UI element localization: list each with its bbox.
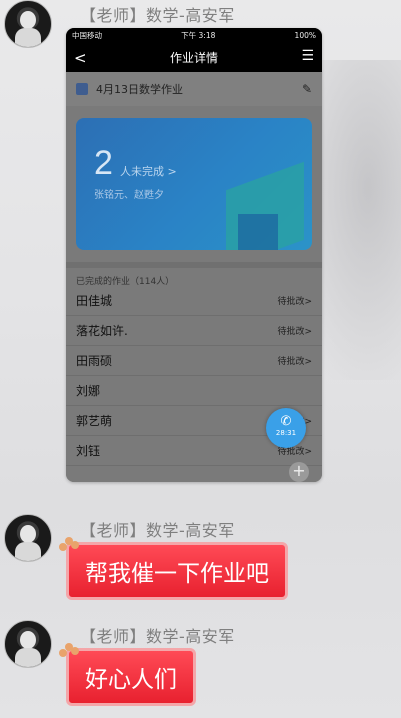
message-text: 好心人们 [85, 667, 177, 693]
sender-name: 【老师】数学-高安军 [80, 627, 235, 646]
menu-icon: ☰ [301, 48, 314, 64]
phone-icon: ✆ [280, 414, 292, 429]
nav-title: 作业详情 [169, 50, 218, 65]
decoration-icon [59, 643, 81, 661]
call-timer: 28:31 [275, 429, 297, 437]
edit-icon: ✎ [301, 82, 312, 96]
sender-name: 【老师】数学-高安军 [80, 521, 235, 540]
student-name: 刘钰 [76, 444, 101, 458]
not-done-label: 人未完成 > [120, 165, 177, 178]
status-label: 待批改> [277, 297, 312, 307]
status-time: 下午 3:18 [181, 30, 216, 40]
homework-title: 4月13日数学作业 [96, 83, 183, 96]
homework-header: 4月13日数学作业 ✎ [66, 72, 322, 106]
not-done-names: 张铭元、赵甦夕 [94, 190, 164, 201]
list-item: 刘娜 [66, 376, 322, 406]
not-done-card: 2 人未完成 > 张铭元、赵甦夕 [76, 118, 312, 250]
student-name: 田佳城 [76, 294, 113, 308]
status-label: 待批改> [277, 327, 312, 337]
list-item: 田佳城 待批改> [66, 286, 322, 316]
status-bar: 中国移动 下午 3:18 100% [66, 28, 322, 42]
teacher-avatar[interactable] [4, 620, 52, 668]
back-icon: < [74, 49, 87, 67]
status-label: 待批改> [277, 357, 312, 367]
student-name: 田雨硕 [76, 354, 113, 368]
student-name: 刘娜 [76, 384, 101, 398]
carrier-label: 中国移动 [72, 30, 102, 40]
call-float-button: ✆ 28:31 [266, 408, 306, 448]
homework-icon [76, 83, 88, 95]
message-bubble[interactable]: 好心人们 [59, 643, 196, 706]
decoration-icon [59, 537, 81, 555]
plus-icon: + [289, 462, 309, 482]
battery-label: 100% [294, 30, 316, 40]
message-bubble[interactable]: 帮我催一下作业吧 [59, 537, 288, 600]
not-done-count: 2 [94, 144, 113, 182]
student-name: 落花如许. [76, 324, 128, 338]
student-name: 郭艺萌 [76, 414, 113, 428]
nav-bar: < 作业详情 ☰ [66, 42, 322, 72]
sender-name: 【老师】数学-高安军 [80, 6, 235, 25]
list-item: 落花如许. 待批改> [66, 316, 322, 346]
message-text: 帮我催一下作业吧 [85, 561, 269, 587]
list-item: 田雨硕 待批改> [66, 346, 322, 376]
homework-screenshot-image[interactable]: 中国移动 下午 3:18 100% < 作业详情 ☰ 4月13日数学作业 ✎ 2… [66, 28, 322, 482]
teacher-avatar[interactable] [4, 0, 52, 48]
teacher-avatar[interactable] [4, 514, 52, 562]
